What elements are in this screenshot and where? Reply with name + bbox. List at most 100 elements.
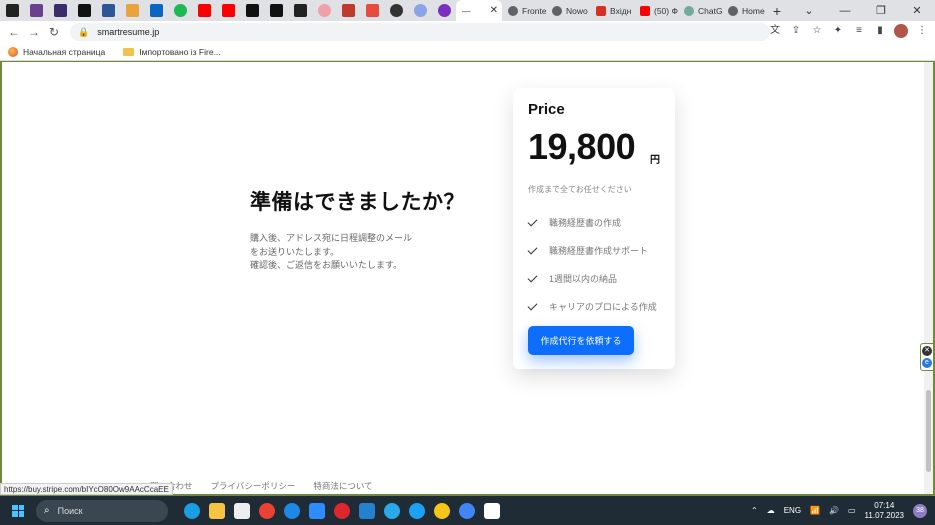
browser-toolbar: ← → ↻ 🔒 smartresume.jp 文 ⇪ ☆ ✦ ≡ ▮ ⋮ (0, 21, 935, 43)
price-unit: 円 (650, 155, 660, 166)
pinned-tab[interactable] (432, 0, 456, 21)
check-icon (527, 216, 538, 226)
globe-icon (552, 5, 562, 16)
tab[interactable]: Home (722, 0, 766, 21)
pinned-tab[interactable] (144, 0, 168, 21)
store-icon[interactable] (234, 502, 250, 519)
cloud-icon[interactable]: ☁ (767, 506, 775, 515)
pinned-tab[interactable] (240, 0, 264, 21)
skype-icon[interactable] (284, 502, 300, 519)
notification-badge[interactable]: 38 (913, 503, 927, 518)
translate-icon[interactable]: 文 (768, 24, 782, 38)
chrome-canary-icon[interactable] (434, 502, 450, 519)
clock[interactable]: 07:14 11.07.2023 (865, 501, 904, 521)
tab[interactable]: (50) Ф (634, 0, 678, 21)
edge-icon[interactable] (184, 502, 200, 519)
check-icon (527, 244, 538, 254)
system-tray: ⌃ ☁ ENG 📶 🔊 ▭ 07:14 11.07.2023 38 (751, 496, 927, 525)
globe-icon (508, 5, 518, 16)
floating-extension-widget: ✕ e (920, 343, 934, 371)
menu-dots-icon[interactable]: ⋮ (915, 24, 929, 38)
youtube-icon (640, 5, 650, 16)
tab[interactable]: ChatG (678, 0, 722, 21)
tab[interactable]: Fronte (502, 0, 546, 21)
tab[interactable]: Nowo (546, 0, 590, 21)
pinned-tab[interactable] (96, 0, 120, 21)
pinned-tab[interactable] (24, 0, 48, 21)
extensions-icon[interactable]: ✦ (831, 24, 845, 38)
pinned-tab[interactable] (192, 0, 216, 21)
sidebar-icon[interactable]: ▮ (873, 24, 887, 38)
vscode-icon[interactable] (359, 502, 375, 519)
chatgpt-icon (684, 5, 694, 16)
reload-icon[interactable]: ↻ (44, 25, 64, 39)
taskbar-search[interactable]: ⌕ Поиск (36, 499, 168, 522)
firefox-icon (8, 46, 18, 57)
pinned-tab[interactable] (360, 0, 384, 21)
pinned-tab[interactable] (48, 0, 72, 21)
chrome-icon[interactable] (259, 502, 275, 519)
notion-icon[interactable] (484, 502, 500, 519)
lock-icon[interactable]: 🔒 (78, 27, 89, 38)
pinned-tab[interactable] (216, 0, 240, 21)
pinned-tab[interactable] (384, 0, 408, 21)
bookmarks-bar: Начальная страница Імпортовано із Fire..… (0, 43, 935, 61)
pinned-tab[interactable] (168, 0, 192, 21)
status-bar-url: https://buy.stripe.com/bIYcO80Ow9AAcCcaE… (0, 483, 173, 495)
profile-avatar[interactable] (894, 24, 908, 38)
pinned-tab[interactable] (264, 0, 288, 21)
volume-icon[interactable]: 🔊 (829, 506, 839, 515)
file-explorer-icon[interactable] (209, 502, 225, 519)
close-widget-icon[interactable]: ✕ (922, 346, 932, 356)
reading-list-icon[interactable]: ≡ (852, 24, 866, 38)
bookmark-folder[interactable]: Імпортовано із Fire... (123, 47, 221, 57)
bookmark-star-icon[interactable]: ☆ (810, 24, 824, 38)
new-tab-button[interactable]: + (766, 3, 788, 19)
chrome-active-icon[interactable] (459, 502, 475, 519)
telegram-icon[interactable] (384, 502, 400, 519)
footer-links: 問い合わせ プライバシーポリシー 特商法について (150, 480, 373, 492)
keyboard-language[interactable]: ENG (784, 506, 801, 515)
pinned-tab[interactable] (408, 0, 432, 21)
scrollbar-thumb[interactable] (926, 390, 931, 472)
chevron-up-icon[interactable]: ⌃ (751, 506, 758, 515)
bookmark-item[interactable]: Начальная страница (8, 46, 105, 57)
pinned-tab[interactable] (72, 0, 96, 21)
windows-start-icon[interactable] (12, 504, 24, 517)
forward-icon[interactable]: → (24, 25, 44, 39)
close-icon[interactable]: ✕ (490, 5, 498, 16)
share-icon[interactable]: ⇪ (789, 24, 803, 38)
page-viewport: 準備はできましたか？ 購入後、アドレス宛に日程調整のメール をお送りいたします。… (2, 62, 924, 494)
pinned-tab[interactable] (336, 0, 360, 21)
footer-link-legal[interactable]: 特商法について (313, 480, 372, 492)
battery-icon[interactable]: ▭ (848, 506, 856, 515)
minimize-icon[interactable]: — (827, 5, 863, 17)
price-value: 19,800 (528, 126, 636, 167)
check-icon (527, 300, 538, 310)
gmail-icon (596, 5, 606, 16)
pinned-tab[interactable] (312, 0, 336, 21)
tab[interactable]: Вхідн (590, 0, 634, 21)
globe-icon (728, 5, 738, 16)
extension-icon[interactable]: e (922, 358, 932, 368)
address-bar[interactable]: 🔒 smartresume.jp (70, 23, 770, 41)
tab-active[interactable]: — ✕ (456, 0, 502, 21)
back-icon[interactable]: ← (4, 25, 24, 39)
pinned-tab[interactable] (288, 0, 312, 21)
taskbar: ⌕ Поиск ⌃ ☁ ENG 📶 🔊 ▭ 07:14 11.07.2023 3… (0, 496, 935, 525)
wifi-icon[interactable]: 📶 (810, 506, 820, 515)
page-scrollbar[interactable] (924, 62, 933, 494)
maximize-icon[interactable]: ❐ (863, 4, 899, 17)
chevron-down-icon[interactable]: ⌄ (791, 4, 827, 17)
twitter-icon[interactable] (409, 502, 425, 519)
minus-icon: — (462, 5, 471, 16)
footer-link-privacy[interactable]: プライバシーポリシー (211, 480, 296, 492)
feature-item: 1週間以内の納品 (527, 272, 617, 285)
pinned-tab[interactable] (120, 0, 144, 21)
pinned-tab[interactable] (0, 0, 24, 21)
order-button[interactable]: 作成代行を依頼する (528, 326, 634, 355)
tab-strip: — ✕ Fronte Nowo Вхідн (50) Ф ChatG Home … (0, 0, 935, 21)
close-window-icon[interactable]: ✕ (899, 4, 935, 17)
opera-icon[interactable] (334, 502, 350, 519)
zoom-icon[interactable] (309, 502, 325, 519)
